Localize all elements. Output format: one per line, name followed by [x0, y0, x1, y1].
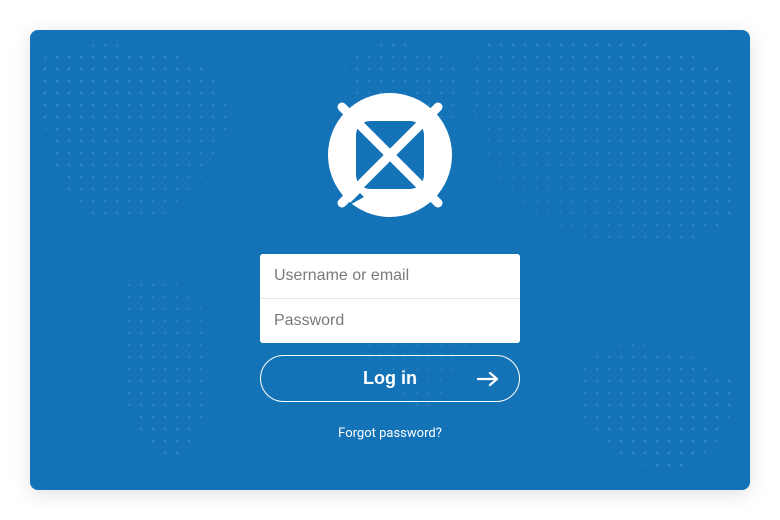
arrow-right-icon [477, 371, 499, 387]
forgot-password-link[interactable]: Forgot password? [338, 426, 442, 441]
username-field[interactable] [260, 254, 520, 298]
login-button-label: Log in [363, 368, 417, 389]
password-field[interactable] [260, 299, 520, 343]
login-panel: Log in Forgot password? [30, 30, 750, 490]
login-button[interactable]: Log in [260, 355, 520, 402]
app-logo [325, 90, 455, 220]
login-form: Log in Forgot password? [260, 254, 520, 441]
credentials-input-group [260, 254, 520, 343]
